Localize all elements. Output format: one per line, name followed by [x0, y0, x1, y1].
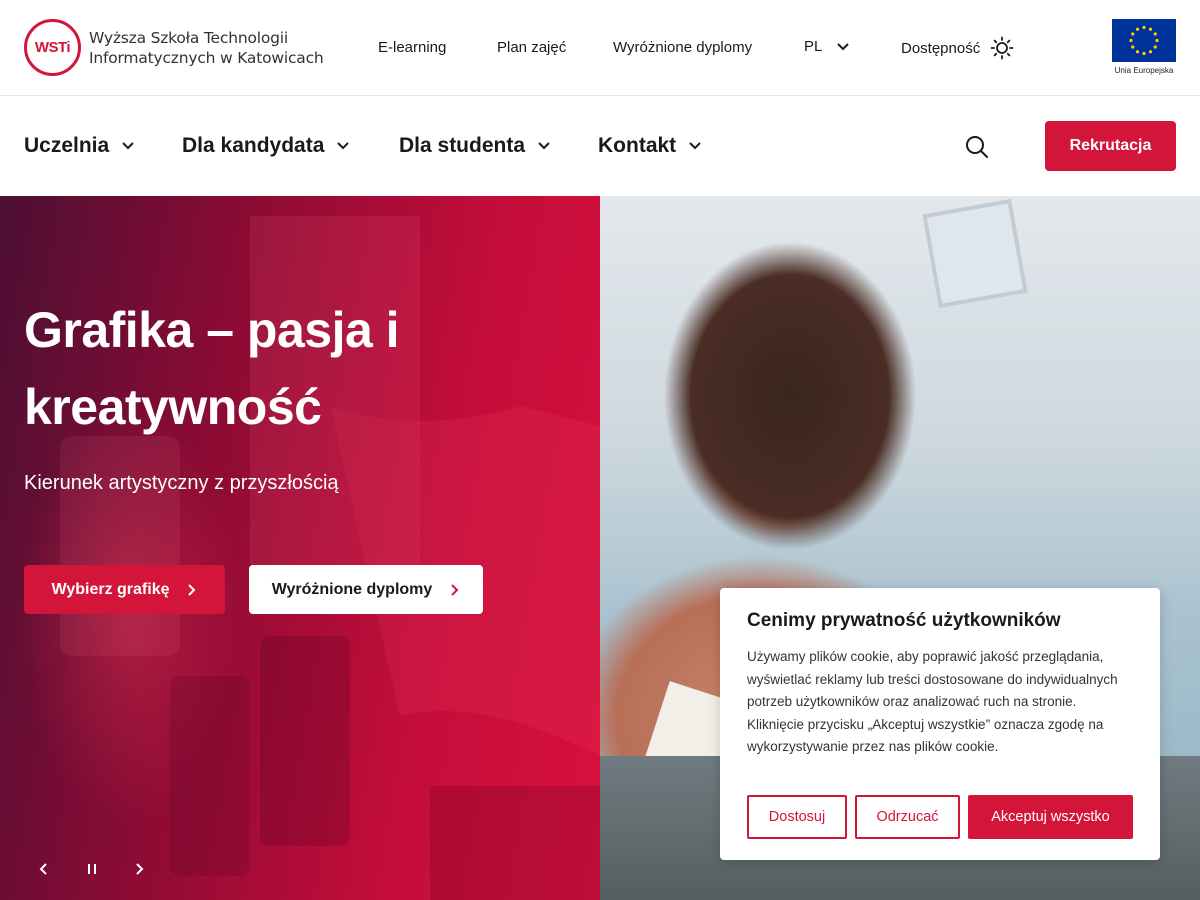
eu-star	[1129, 38, 1133, 43]
eu-star	[1153, 45, 1157, 49]
eu-star	[1148, 50, 1153, 54]
slider-pause-button[interactable]	[81, 858, 103, 880]
customize-cookies-button[interactable]: Dostosuj	[747, 795, 847, 839]
accessibility-label: Dostępność	[901, 39, 981, 57]
eu-star	[1131, 32, 1135, 36]
main-navigation: Uczelnia Dla kandydata Dla studenta Kont…	[0, 97, 1200, 195]
eu-badge[interactable]: Unia Europejska	[1112, 19, 1176, 75]
nav-item-label: Dla kandydata	[182, 134, 325, 157]
chevron-down-icon	[689, 142, 701, 150]
nav-item-label: Kontakt	[598, 134, 677, 157]
top-bar: WSTi Wyższa Szkoła Technologii Informaty…	[0, 0, 1200, 96]
button-label: Wyróżnione dyplomy	[271, 580, 433, 598]
cookie-title: Cenimy prywatność użytkowników	[747, 610, 1061, 631]
schedule-link[interactable]: Plan zajęć	[497, 39, 566, 56]
eu-star	[1135, 27, 1140, 31]
nav-item-dla-studenta[interactable]: Dla studenta	[399, 134, 551, 158]
nav-item-kontakt[interactable]: Kontakt	[598, 134, 702, 158]
site-logo[interactable]: WSTi Wyższa Szkoła Technologii Informaty…	[24, 19, 324, 76]
eu-label: Unia Europejska	[1114, 66, 1174, 75]
eu-star	[1131, 45, 1135, 49]
eu-star	[1142, 51, 1146, 56]
diplomas-link[interactable]: Wyróżnione dyplomy	[613, 39, 752, 56]
chevron-right-icon	[188, 583, 196, 596]
cookie-text: Używamy plików cookie, aby poprawić jako…	[747, 649, 1118, 754]
chevron-right-icon	[451, 583, 459, 596]
eu-star	[1155, 38, 1159, 43]
chevron-down-icon	[538, 142, 550, 150]
recruitment-button[interactable]: Rekrutacja	[1045, 121, 1176, 171]
choose-graphics-button[interactable]: Wybierz grafikę	[24, 565, 225, 614]
chevron-down-icon	[837, 42, 850, 50]
reject-cookies-button[interactable]: Odrzucać	[855, 795, 960, 839]
featured-diplomas-button[interactable]: Wyróżnione dyplomy	[249, 565, 483, 614]
eu-star	[1135, 50, 1140, 54]
logo-mark: WSTi	[24, 19, 81, 76]
search-icon	[966, 136, 988, 158]
cookie-actions: Dostosuj Odrzucać Akceptuj wszystko	[747, 795, 1133, 839]
button-label: Wybierz grafikę	[51, 580, 170, 598]
search-button[interactable]	[964, 134, 990, 160]
eu-star	[1142, 25, 1146, 30]
nav-item-label: Dla studenta	[399, 134, 526, 157]
nav-item-dla-kandydata[interactable]: Dla kandydata	[182, 134, 350, 158]
nav-item-uczelnia[interactable]: Uczelnia	[24, 134, 135, 158]
elearning-link[interactable]: E-learning	[378, 39, 446, 56]
language-label: PL	[804, 38, 823, 55]
slider-next-button[interactable]	[129, 858, 151, 880]
language-selector[interactable]: PL	[804, 38, 850, 55]
eu-flag-icon	[1112, 19, 1176, 62]
hero-subtitle: Kierunek artystyczny z przyszłością	[24, 472, 339, 494]
accessibility-toggle[interactable]: Dostępność	[901, 36, 1014, 60]
wall-picture	[922, 198, 1028, 309]
hero-title: Grafika – pasja i kreatywność	[24, 302, 400, 435]
eu-star	[1148, 27, 1153, 31]
slider-prev-button[interactable]	[33, 858, 55, 880]
nav-item-label: Uczelnia	[24, 134, 110, 157]
cookie-consent-panel: Cenimy prywatność użytkowników Używamy p…	[720, 588, 1160, 860]
logo-name-line1: Wyższa Szkoła Technologii	[89, 28, 288, 47]
eu-star	[1153, 32, 1157, 36]
logo-name-line2: Informatycznych w Katowicach	[89, 48, 324, 67]
accept-all-cookies-button[interactable]: Akceptuj wszystko	[968, 795, 1133, 839]
logo-text: Wyższa Szkoła Technologii Informatycznyc…	[89, 28, 324, 68]
chevron-down-icon	[337, 142, 350, 150]
sun-icon	[990, 36, 1014, 60]
chevron-right-icon	[136, 863, 144, 875]
pause-icon	[88, 864, 96, 874]
chevron-down-icon	[122, 142, 134, 150]
chevron-left-icon	[39, 863, 47, 875]
